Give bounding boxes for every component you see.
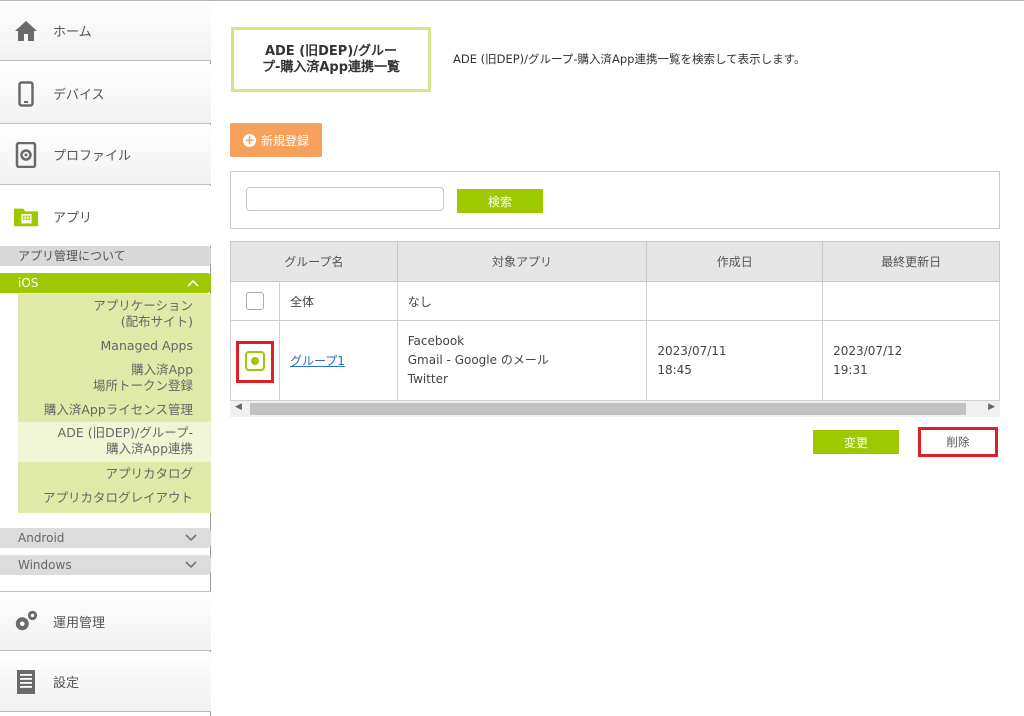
sidebar-item-ade-line2: 購入済App連携 bbox=[106, 441, 193, 456]
gears-icon bbox=[13, 608, 39, 634]
group-app-table: グループ名 対象アプリ 作成日 最終更新日 全体 なし グループ1 Facebo… bbox=[230, 241, 1000, 401]
sidebar-item-ade-group-app[interactable]: ADE (旧DEP)/グループ- 購入済App連携 bbox=[18, 422, 211, 462]
page-title-line2: プ-購入済App連携一覧 bbox=[261, 59, 401, 75]
created-cell: 2023/07/11 18:45 bbox=[646, 320, 824, 401]
profile-gear-icon bbox=[13, 141, 39, 168]
column-header-apps[interactable]: 対象アプリ bbox=[396, 241, 648, 282]
created-cell bbox=[646, 281, 824, 321]
group-link[interactable]: グループ1 bbox=[290, 354, 345, 368]
sidebar-section-android-label: Android bbox=[18, 531, 65, 545]
sidebar-section-windows-label: Windows bbox=[18, 558, 72, 572]
nav-profile[interactable]: プロファイル bbox=[0, 125, 211, 185]
column-header-created[interactable]: 作成日 bbox=[646, 241, 824, 282]
delete-button[interactable]: 削除 bbox=[918, 427, 998, 457]
target-app: Facebook bbox=[407, 334, 465, 348]
nav-app[interactable]: アプリ bbox=[0, 186, 211, 246]
chevron-down-icon bbox=[185, 555, 197, 575]
chevron-down-icon bbox=[185, 528, 197, 548]
row-checkbox[interactable] bbox=[245, 292, 264, 310]
page-title-line1: ADE (旧DEP)/グルー bbox=[264, 43, 398, 59]
group-name-cell: 全体 bbox=[278, 281, 398, 321]
sidebar-section-ios[interactable]: iOS bbox=[0, 273, 211, 293]
target-app: Twitter bbox=[407, 372, 448, 386]
row-select-cell bbox=[230, 281, 280, 321]
sidebar-item-application-line1[interactable]: アプリケーション bbox=[93, 298, 193, 314]
sidebar-section-windows[interactable]: Windows bbox=[0, 555, 211, 575]
scroll-left-arrow-icon[interactable]: ◀ bbox=[235, 402, 242, 412]
sidebar-item-ade-line1: ADE (旧DEP)/グループ- bbox=[57, 425, 193, 440]
smartphone-icon bbox=[13, 80, 39, 107]
target-apps-cell: Facebook Gmail - Google のメール Twitter bbox=[396, 320, 648, 401]
sidebar: ホーム デバイス プロファイル アプリ アプリ管理について iOS アプリケーシ… bbox=[0, 1, 211, 716]
nav-settings-label: 設定 bbox=[53, 676, 80, 691]
checkbox-highlight-frame bbox=[236, 341, 274, 383]
plus-circle-icon: + bbox=[242, 132, 256, 147]
group-name-cell: グループ1 bbox=[278, 320, 398, 401]
created-date: 2023/07/11 bbox=[657, 343, 727, 358]
nav-home[interactable]: ホーム bbox=[0, 1, 211, 61]
sidebar-item-app-catalog[interactable]: アプリカタログ bbox=[105, 466, 193, 482]
document-icon bbox=[13, 669, 39, 695]
ios-submenu: アプリケーション (配布サイト) Managed Apps 購入済App 場所ト… bbox=[18, 294, 211, 513]
sidebar-item-app-catalog-layout[interactable]: アプリカタログレイアウト bbox=[43, 490, 193, 506]
column-header-updated[interactable]: 最終更新日 bbox=[822, 241, 1000, 282]
target-apps-cell: なし bbox=[396, 281, 648, 321]
sidebar-item-purchased-app-line1[interactable]: 購入済App bbox=[131, 362, 193, 378]
nav-profile-label: プロファイル bbox=[53, 149, 132, 164]
nav-device-label: デバイス bbox=[53, 88, 105, 103]
home-icon bbox=[13, 18, 39, 44]
target-app: Gmail - Google のメール bbox=[407, 353, 549, 367]
sidebar-item-license-management[interactable]: 購入済Appライセンス管理 bbox=[44, 402, 193, 418]
page-title: ADE (旧DEP)/グルー プ-購入済App連携一覧 bbox=[231, 27, 431, 92]
new-register-label: 新規登録 bbox=[260, 133, 309, 148]
table-header-row: グループ名 対象アプリ 作成日 最終更新日 bbox=[230, 241, 1000, 282]
search-button[interactable]: 検索 bbox=[457, 189, 543, 213]
nav-home-label: ホーム bbox=[53, 25, 92, 40]
page-description: ADE (旧DEP)/グループ-購入済App連携一覧を検索して表示します。 bbox=[453, 52, 806, 66]
column-header-group[interactable]: グループ名 bbox=[230, 241, 398, 282]
updated-date: 2023/07/12 bbox=[833, 343, 903, 358]
app-root: ホーム デバイス プロファイル アプリ アプリ管理について iOS アプリケーシ… bbox=[0, 0, 1024, 716]
sidebar-item-purchased-app-line2[interactable]: 場所トークン登録 bbox=[93, 378, 193, 394]
nav-operations-label: 運用管理 bbox=[53, 615, 106, 631]
table-horizontal-scrollbar[interactable]: ◀ ▶ bbox=[230, 401, 1000, 417]
chevron-up-icon bbox=[187, 273, 199, 293]
change-button[interactable]: 変更 bbox=[813, 430, 899, 454]
created-time: 18:45 bbox=[657, 362, 692, 377]
table-row: グループ1 Facebook Gmail - Google のメール Twitt… bbox=[230, 320, 1000, 401]
scrollbar-thumb[interactable] bbox=[250, 403, 966, 415]
sidebar-section-android[interactable]: Android bbox=[0, 528, 211, 548]
table-row: 全体 なし bbox=[230, 281, 1000, 321]
sidebar-item-application-line2[interactable]: (配布サイト) bbox=[121, 314, 193, 330]
updated-cell bbox=[822, 281, 1000, 321]
scroll-right-arrow-icon[interactable]: ▶ bbox=[988, 402, 995, 412]
sidebar-item-app-about[interactable]: アプリ管理について bbox=[0, 246, 211, 266]
sidebar-item-managed-apps[interactable]: Managed Apps bbox=[101, 338, 194, 354]
updated-time: 19:31 bbox=[833, 362, 868, 377]
nav-operations[interactable]: 運用管理 bbox=[0, 591, 211, 651]
nav-device[interactable]: デバイス bbox=[0, 64, 211, 124]
search-input[interactable] bbox=[246, 187, 444, 211]
search-panel: 検索 bbox=[230, 171, 1000, 229]
nav-settings[interactable]: 設定 bbox=[0, 652, 211, 712]
sidebar-section-ios-label: iOS bbox=[18, 276, 39, 290]
updated-cell: 2023/07/12 19:31 bbox=[822, 320, 1000, 401]
app-folder-icon bbox=[13, 203, 39, 229]
nav-app-label: アプリ bbox=[53, 210, 93, 226]
new-register-button[interactable]: + 新規登録 bbox=[230, 123, 322, 157]
